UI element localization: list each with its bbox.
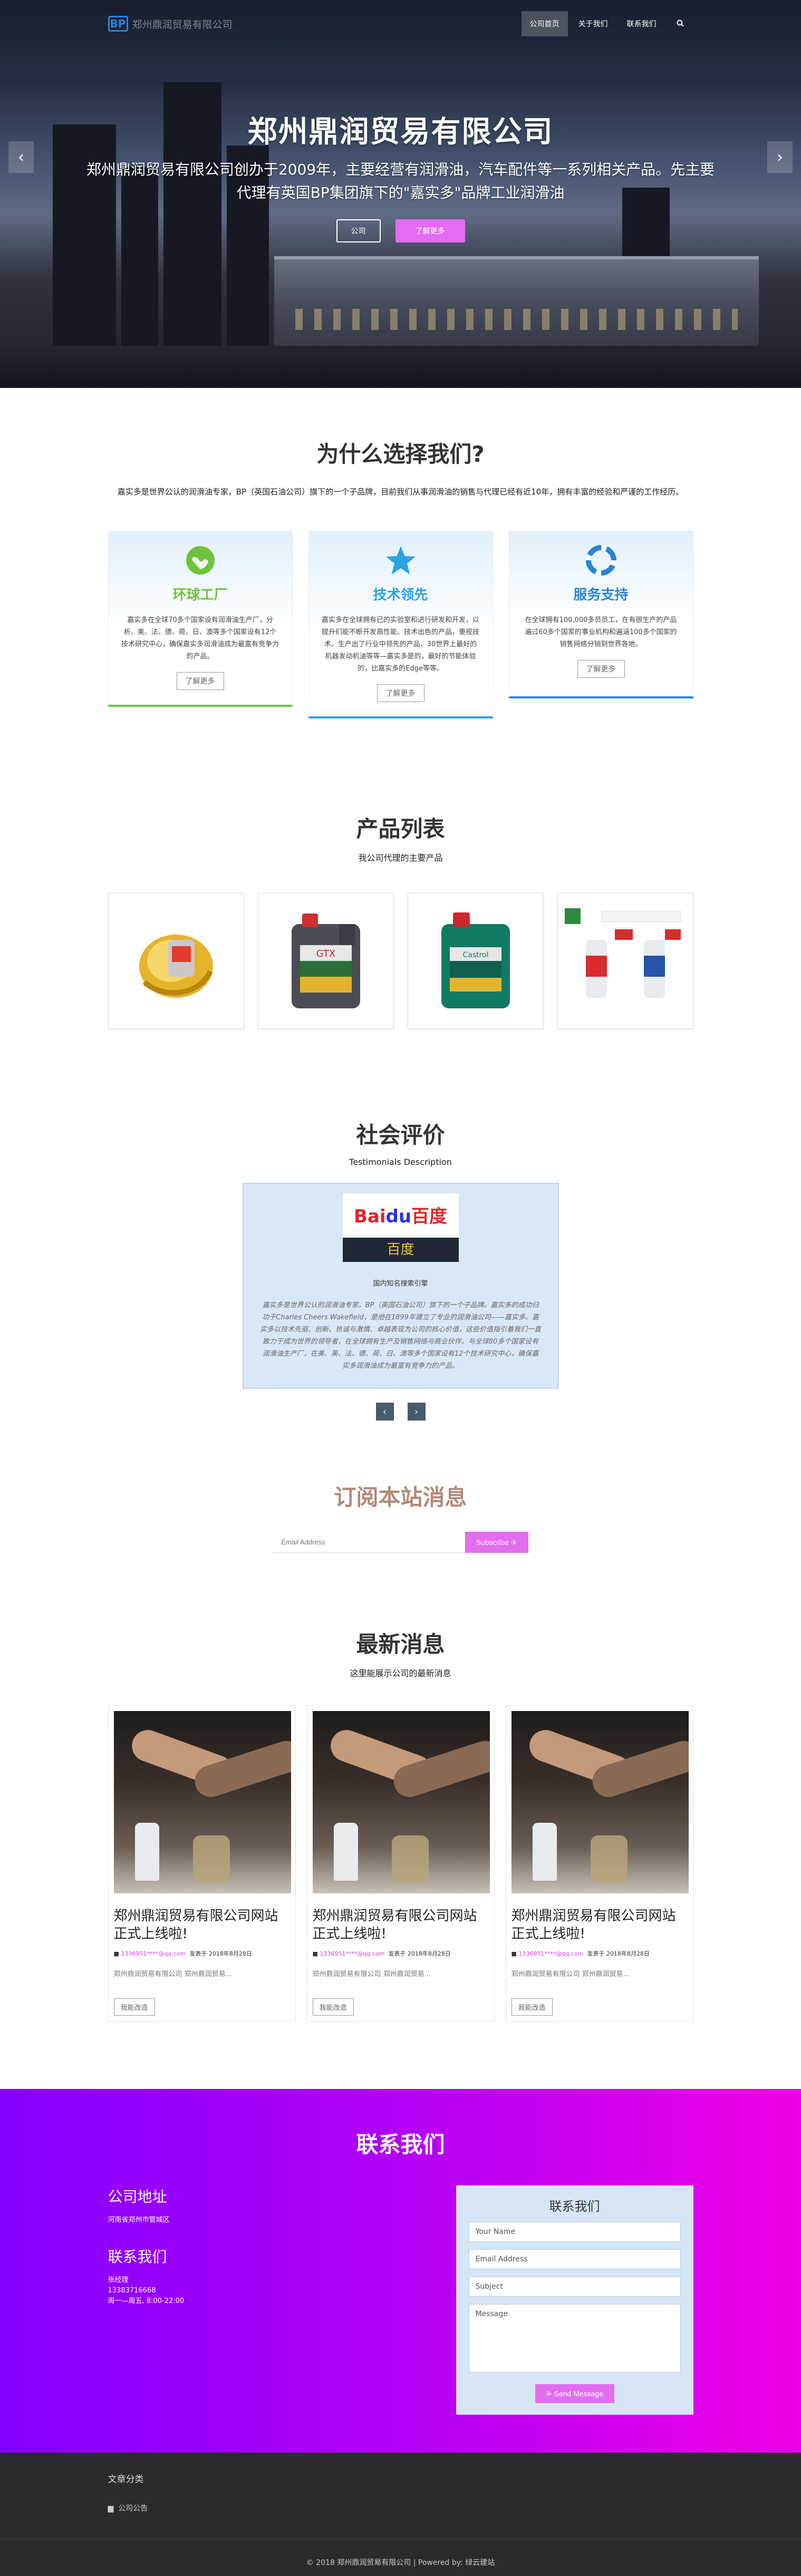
testimonial-next-button[interactable]: › [407, 1403, 426, 1421]
products-subtitle: 我公司代理的主要产品 [358, 853, 443, 863]
news-image [511, 1711, 689, 1893]
news-headline[interactable]: 郑州鼎润贸易有限公司网站正式上线啦! [512, 1907, 688, 1943]
feature-card-global-factory: 环球工厂 嘉实多在全球70多个国家设有润滑油生产厂，分析、美、法、德、荷、日、澳… [108, 531, 293, 707]
search-icon[interactable] [667, 12, 693, 36]
feature-text: 在全球拥有100,000多员员工，在有很生产的产品遍过60多个国家的事业机构和遍… [525, 616, 677, 648]
contact-person: 张经理 [108, 2276, 129, 2284]
subscribe-title: 订阅本站消息 [334, 1484, 467, 1510]
latest-news: 最新消息 这里能展示公司的最新消息 郑州鼎润贸易有限公司网站正式上线啦! ■ 1… [0, 1553, 801, 2021]
news-image [113, 1711, 291, 1893]
subscribe-email-input[interactable] [273, 1532, 465, 1553]
products: 产品列表 我公司代理的主要产品 GTX Castrol [0, 718, 801, 1029]
news-read-button[interactable]: 我能改造 [113, 1998, 155, 2016]
contact-form-title: 联系我们 [549, 2199, 600, 2214]
baidu-logo: Baidu百度 百度 [342, 1193, 459, 1262]
feature-title: 环球工厂 [172, 587, 228, 603]
testimonial-prev-button[interactable]: ‹ [375, 1403, 394, 1421]
news-headline[interactable]: 郑州鼎润贸易有限公司网站正式上线啦! [114, 1907, 290, 1943]
message-field[interactable]: Message [468, 2304, 681, 2373]
hero-content: 郑州鼎润贸易有限公司 郑州鼎润贸易有限公司创办于2009年，主要经营有润滑油，汽… [0, 108, 801, 242]
contact-phone: 13383716668 [108, 2287, 156, 2295]
nav-about[interactable]: 关于我们 [570, 11, 616, 36]
contact-title: 联系我们 [356, 2132, 445, 2157]
subject-field[interactable]: Subject [468, 2277, 681, 2297]
product-green-bottle[interactable]: Castrol [407, 893, 544, 1029]
name-field[interactable]: Your Name [468, 2222, 681, 2242]
why-description: 嘉实多是世界公认的润滑油专家，BP（英国石油公司）旗下的一个子品牌，目前我们从事… [117, 487, 684, 497]
news-read-button[interactable]: 我能改造 [312, 1998, 354, 2016]
svg-text:GTX: GTX [316, 948, 335, 959]
footer: 文章分类 ▆ 公司公告 © 2018 郑州鼎润贸易有限公司 | Powered … [0, 2453, 801, 2576]
hero-company-button[interactable]: 公司 [336, 219, 381, 242]
reviews-title: 社会评价 [356, 1122, 445, 1148]
feature-title: 服务支持 [573, 587, 629, 603]
main-menu: 公司首页 关于我们 联系我们 [521, 11, 693, 36]
testimonials: 社会评价 Testimonials Description Baidu百度 百度… [0, 1029, 801, 1421]
feature-text: 嘉实多在全球拥有已的实验室和进行研发和开发，以提升们能不断开发高性能、技术出色的… [321, 616, 479, 673]
contact-form: 联系我们 Your Name Email Address Subject Mes… [456, 2185, 693, 2415]
news-meta: ■ 1336951****@qq.com 发表于 2018年8月28日 [113, 1950, 252, 1957]
news-excerpt: 郑州鼎润贸易有限公司 郑州鼎润贸易... [511, 1970, 630, 1978]
email-field[interactable]: Email Address [468, 2249, 681, 2269]
copyright: © 2018 郑州鼎润贸易有限公司 | Powered by: 绿云建站 [0, 2539, 801, 2568]
send-message-button[interactable]: ✈ Send Message [535, 2384, 614, 2403]
news-image [312, 1711, 490, 1893]
reviews-subtitle: Testimonials Description [349, 1157, 452, 1167]
news-meta: ■ 1336951****@qq.com 发表于 2018年8月28日 [312, 1950, 451, 1957]
news-subtitle: 这里能展示公司的最新消息 [350, 1668, 451, 1678]
subscribe: 订阅本站消息 Subscribe ✈ [0, 1421, 801, 1553]
news-excerpt: 郑州鼎润贸易有限公司 郑州鼎润贸易... [113, 1970, 233, 1978]
lifebuoy-icon [522, 542, 680, 579]
top-nav: BP 郑州鼎润贸易有限公司 公司首页 关于我们 联系我们 [0, 0, 801, 47]
subscribe-button[interactable]: Subscribe ✈ [465, 1532, 528, 1553]
testimonial-text: 嘉实多是世界公认的润滑油专家。BP（英国石油公司）旗下的一个子品牌。嘉实多的成功… [259, 1301, 541, 1370]
nav-contact[interactable]: 联系我们 [619, 11, 665, 36]
footer-heading: 文章分类 [108, 2474, 144, 2485]
star-icon [322, 542, 480, 579]
why-title: 为什么选择我们? [316, 441, 485, 467]
hero-description: 郑州鼎润贸易有限公司创办于2009年，主要经营有润滑油，汽车配件等一系列相关产品… [86, 161, 715, 201]
products-title: 产品列表 [356, 816, 445, 842]
nav-home[interactable]: 公司首页 [521, 11, 568, 36]
news-headline[interactable]: 郑州鼎润贸易有限公司网站正式上线啦! [313, 1907, 489, 1943]
address-text: 河南省郑州市管城区 [108, 2216, 170, 2224]
product-gtx-bottle[interactable]: GTX [257, 893, 394, 1029]
footer-category-link[interactable]: ▆ 公司公告 [108, 2503, 693, 2513]
svg-text:Castrol: Castrol [462, 951, 488, 959]
logo[interactable]: BP 郑州鼎润贸易有限公司 [108, 16, 233, 32]
news-card[interactable]: 郑州鼎润贸易有限公司网站正式上线啦! ■ 1336951****@qq.com … [108, 1705, 296, 2021]
feature-more-button[interactable]: 了解更多 [377, 684, 424, 702]
folder-icon: ▆ [108, 2504, 114, 2513]
product-additive-bottles[interactable] [557, 893, 693, 1029]
address-heading: 公司地址 [108, 2188, 167, 2205]
hero-banner: BP 郑州鼎润贸易有限公司 公司首页 关于我们 联系我们 ‹ › 郑州鼎润贸易有… [0, 0, 801, 388]
globe-icon [121, 542, 279, 579]
feature-text: 嘉实多在全球70多个国家设有润滑油生产厂，分析、美、法、德、荷、日、澳等多个国家… [121, 616, 279, 660]
news-title: 最新消息 [356, 1631, 445, 1657]
feature-card-support: 服务支持 在全球拥有100,000多员员工，在有很生产的产品遍过60多个国家的事… [508, 531, 693, 698]
feature-more-button[interactable]: 了解更多 [176, 672, 224, 690]
news-excerpt: 郑州鼎润贸易有限公司 郑州鼎润贸易... [312, 1970, 431, 1978]
logo-icon: BP [108, 16, 128, 32]
news-card[interactable]: 郑州鼎润贸易有限公司网站正式上线啦! ■ 1336951****@qq.com … [306, 1705, 495, 2021]
why-choose-us: 为什么选择我们? 嘉实多是世界公认的润滑油专家，BP（英国石油公司）旗下的一个子… [0, 388, 801, 718]
testimonial-card: Baidu百度 百度 国内知名搜索引擎 嘉实多是世界公认的润滑油专家。BP（英国… [242, 1183, 559, 1389]
testimonial-author: 国内知名搜索引擎 [373, 1280, 428, 1288]
news-read-button[interactable]: 我能改造 [511, 1998, 553, 2016]
hero-learn-more-button[interactable]: 了解更多 [395, 219, 465, 242]
news-card[interactable]: 郑州鼎润贸易有限公司网站正式上线啦! ■ 1336951****@qq.com … [505, 1705, 693, 2021]
contact-heading: 联系我们 [108, 2248, 167, 2266]
feature-card-technology: 技术领先 嘉实多在全球拥有已的实验室和进行研发和开发，以提升们能不断开发高性能、… [308, 531, 493, 718]
hero-title: 郑州鼎润贸易有限公司 [247, 115, 554, 149]
contact-section: 联系我们 公司地址 河南省郑州市管城区 联系我们 张经理 13383716668… [0, 2089, 801, 2453]
product-oil-splash[interactable] [108, 893, 244, 1029]
feature-title: 技术领先 [373, 587, 428, 603]
contact-hours: 周一—周五, 8:00-22:00 [108, 2297, 185, 2305]
contact-info: 公司地址 河南省郑州市管城区 联系我们 张经理 13383716668 周一—周… [108, 2185, 185, 2415]
news-meta: ■ 1336951****@qq.com 发表于 2018年8月28日 [511, 1950, 650, 1957]
logo-text: 郑州鼎润贸易有限公司 [132, 18, 233, 31]
feature-more-button[interactable]: 了解更多 [577, 660, 625, 678]
